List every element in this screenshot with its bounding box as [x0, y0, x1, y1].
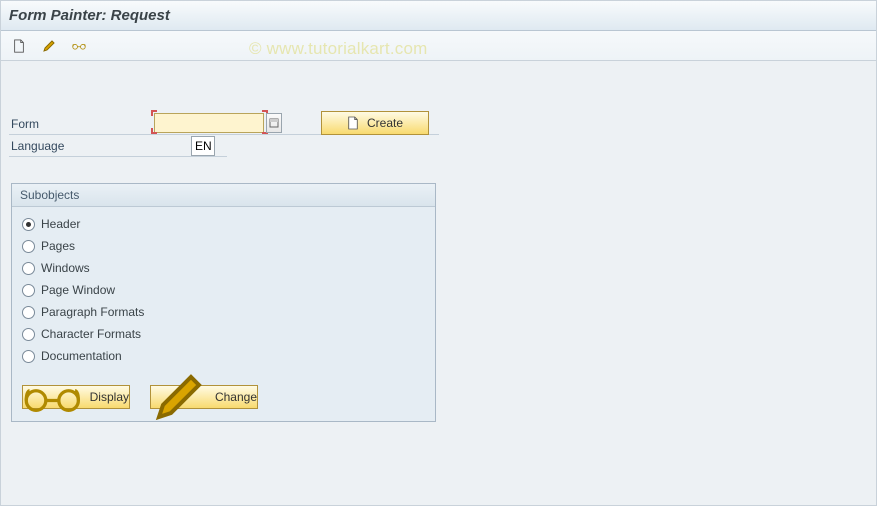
app-window: Form Painter: Request © www.tutorialkart… — [0, 0, 877, 506]
language-row: Language — [9, 135, 227, 157]
pencil-icon — [42, 39, 56, 53]
required-corner-icon — [151, 110, 157, 116]
pencil-icon — [151, 369, 207, 425]
radio-label: Documentation — [41, 349, 122, 363]
subobjects-title: Subobjects — [12, 184, 435, 207]
radio-icon — [22, 262, 35, 275]
create-button-label: Create — [367, 116, 403, 130]
radio-icon — [22, 306, 35, 319]
toolbar-create-button[interactable] — [9, 36, 29, 56]
glasses-icon — [23, 381, 82, 414]
radio-label: Pages — [41, 239, 75, 253]
display-button-label: Display — [90, 390, 129, 404]
language-label: Language — [9, 139, 191, 153]
radio-paragraph-formats[interactable]: Paragraph Formats — [22, 301, 425, 323]
radio-label: Windows — [41, 261, 90, 275]
language-input[interactable] — [191, 136, 215, 156]
titlebar: Form Painter: Request — [1, 1, 876, 31]
radio-page-window[interactable]: Page Window — [22, 279, 425, 301]
create-button[interactable]: Create — [321, 111, 429, 135]
radio-header[interactable]: Header — [22, 213, 425, 235]
radio-icon — [22, 218, 35, 231]
groupbox-buttons: Display Change — [12, 375, 435, 409]
radio-icon — [22, 328, 35, 341]
radio-pages[interactable]: Pages — [22, 235, 425, 257]
form-value-help-button[interactable] — [266, 113, 282, 133]
radio-icon — [22, 240, 35, 253]
glasses-icon — [72, 39, 86, 53]
page-title: Form Painter: Request — [9, 7, 170, 24]
radio-documentation[interactable]: Documentation — [22, 345, 425, 367]
radio-character-formats[interactable]: Character Formats — [22, 323, 425, 345]
display-button[interactable]: Display — [22, 385, 130, 409]
subobjects-group: Subobjects Header Pages Windows Page Win… — [11, 183, 436, 422]
page-icon — [12, 39, 26, 53]
radio-icon — [22, 284, 35, 297]
subobjects-radios: Header Pages Windows Page Window Paragra… — [12, 207, 435, 375]
page-icon — [347, 116, 359, 130]
radio-label: Paragraph Formats — [41, 305, 144, 319]
radio-icon — [22, 350, 35, 363]
radio-windows[interactable]: Windows — [22, 257, 425, 279]
toolbar-display-button[interactable] — [69, 36, 89, 56]
radio-label: Character Formats — [41, 327, 141, 341]
form-input-wrap — [154, 113, 282, 135]
form-label: Form — [9, 117, 154, 131]
toolbar-change-button[interactable] — [39, 36, 59, 56]
change-button-label: Change — [215, 390, 257, 404]
radio-label: Header — [41, 217, 80, 231]
radio-label: Page Window — [41, 283, 115, 297]
toolbar — [1, 31, 876, 61]
form-input[interactable] — [154, 113, 264, 133]
watermark-text: © www.tutorialkart.com — [249, 39, 427, 59]
value-help-icon — [269, 118, 279, 128]
change-button[interactable]: Change — [150, 385, 258, 409]
required-corner-icon — [151, 128, 157, 134]
